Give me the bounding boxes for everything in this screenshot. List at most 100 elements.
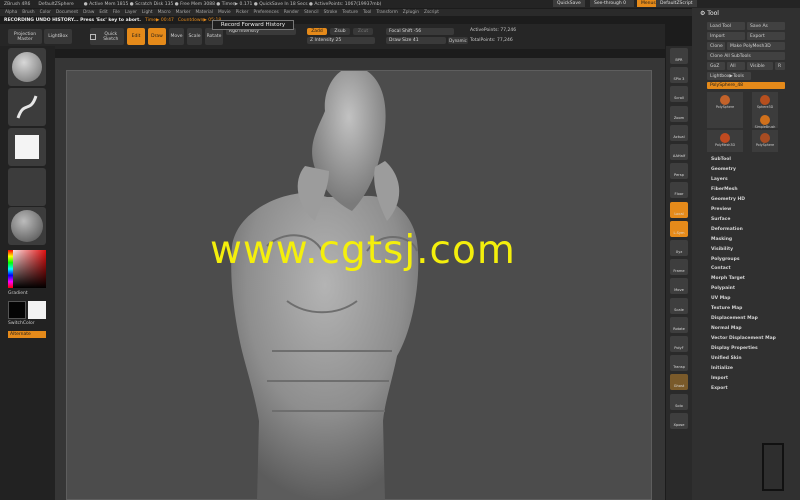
tool-section-polygroups[interactable]: Polygroups bbox=[711, 257, 740, 262]
tool-section-texture-map[interactable]: Texture Map bbox=[711, 306, 742, 311]
menu-brush[interactable]: Brush bbox=[22, 10, 34, 15]
color-picker[interactable] bbox=[8, 250, 46, 288]
edit-button[interactable]: Edit bbox=[127, 28, 145, 45]
shelf-ghost-button[interactable]: Ghost bbox=[670, 374, 688, 391]
menu-texture[interactable]: Texture bbox=[342, 10, 358, 15]
tool-section-initialize[interactable]: Initialize bbox=[711, 366, 733, 371]
move-button[interactable]: Move bbox=[169, 28, 184, 45]
zadd-button[interactable]: Zadd bbox=[307, 28, 327, 35]
tool-thumb[interactable]: PolySphere bbox=[752, 130, 778, 152]
menu-tool[interactable]: Tool bbox=[363, 10, 371, 15]
tool-section-masking[interactable]: Masking bbox=[711, 237, 732, 242]
main-color-swatch[interactable] bbox=[8, 301, 26, 319]
menu-alpha[interactable]: Alpha bbox=[5, 10, 17, 15]
tool-thumb[interactable]: SimpleBrush bbox=[752, 112, 778, 129]
draw-size-slider[interactable]: Draw Size 41 bbox=[386, 37, 446, 44]
shelf-local-button[interactable]: Local bbox=[670, 201, 688, 218]
menu-marker[interactable]: Marker bbox=[176, 10, 191, 15]
tool-section-export[interactable]: Export bbox=[711, 386, 728, 391]
menu-stencil[interactable]: Stencil bbox=[304, 10, 319, 15]
hue-strip[interactable] bbox=[8, 250, 13, 288]
menu-macro[interactable]: Macro bbox=[158, 10, 171, 15]
alpha-selector[interactable] bbox=[8, 128, 46, 166]
tool-thumb[interactable]: PolySphere bbox=[707, 92, 743, 128]
menu-layer[interactable]: Layer bbox=[125, 10, 137, 15]
tool-section-surface[interactable]: Surface bbox=[711, 217, 730, 222]
lightbox-button[interactable]: LightBox bbox=[44, 29, 72, 44]
menu-light[interactable]: Light bbox=[142, 10, 153, 15]
menu-document[interactable]: Document bbox=[56, 10, 78, 15]
menu-zplugin[interactable]: Zplugin bbox=[403, 10, 419, 15]
secondary-color-swatch[interactable] bbox=[28, 301, 46, 319]
tool-section-fibermesh[interactable]: FiberMesh bbox=[711, 187, 738, 192]
tool-section-deformation[interactable]: Deformation bbox=[711, 227, 743, 232]
tool-section-import[interactable]: Import bbox=[711, 376, 728, 381]
tool-section-polypaint[interactable]: Polypaint bbox=[711, 286, 735, 291]
scale-button[interactable]: Scale bbox=[187, 28, 202, 45]
save-as-button[interactable]: Save As bbox=[747, 22, 785, 30]
menu-stroke[interactable]: Stroke bbox=[324, 10, 338, 15]
tool-section-unified-skin[interactable]: Unified Skin bbox=[711, 356, 742, 361]
tool-section-uv-map[interactable]: UV Map bbox=[711, 296, 730, 301]
menu-movie[interactable]: Movie bbox=[218, 10, 231, 15]
tool-section-display-properties[interactable]: Display Properties bbox=[711, 346, 758, 351]
tool-thumb[interactable]: PolyMesh3D bbox=[707, 130, 743, 152]
shelf-zoom-button[interactable]: Zoom bbox=[670, 105, 688, 122]
visible-button[interactable]: Visible bbox=[747, 62, 773, 70]
tool-section-geometry[interactable]: Geometry bbox=[711, 167, 736, 172]
export-button[interactable]: Export bbox=[747, 32, 785, 40]
import-button[interactable]: Import bbox=[707, 32, 745, 40]
shelf-persp-button[interactable]: Persp bbox=[670, 163, 688, 180]
shelf-floor-button[interactable]: Floor bbox=[670, 182, 688, 199]
material-selector[interactable] bbox=[8, 207, 46, 245]
menu-color[interactable]: Color bbox=[40, 10, 51, 15]
menu-edit[interactable]: Edit bbox=[99, 10, 107, 15]
tool-section-normal-map[interactable]: Normal Map bbox=[711, 326, 742, 331]
all-button[interactable]: All bbox=[727, 62, 745, 70]
r-button[interactable]: R bbox=[775, 62, 785, 70]
shelf-transp-button[interactable]: Transp bbox=[670, 355, 688, 372]
dynamic-button[interactable]: Dynamic bbox=[448, 37, 468, 44]
tool-section-layers[interactable]: Layers bbox=[711, 177, 728, 182]
shelf-scroll-button[interactable]: Scroll bbox=[670, 86, 688, 103]
shelf-actual-button[interactable]: Actual bbox=[670, 124, 688, 141]
shelf-xyz-button[interactable]: Xyz bbox=[670, 240, 688, 256]
shelf-spix-3-button[interactable]: SPix 3 bbox=[670, 67, 688, 84]
stroke-selector[interactable] bbox=[8, 88, 46, 126]
load-tool-button[interactable]: Load Tool bbox=[707, 22, 745, 30]
shelf-bpr-button[interactable]: BPR bbox=[670, 48, 688, 64]
quick-sketch-button[interactable]: Quick Sketch bbox=[90, 28, 124, 45]
gradient-label[interactable]: Gradient bbox=[8, 291, 28, 296]
switch-color-label[interactable]: SwitchColor bbox=[8, 321, 35, 326]
menu-zscript[interactable]: Zscript bbox=[424, 10, 439, 15]
focal-shift-slider[interactable]: Focal Shift -56 bbox=[386, 28, 454, 35]
document-canvas[interactable] bbox=[66, 66, 652, 500]
tool-section-vector-displacement-map[interactable]: Vector Displacement Map bbox=[711, 336, 776, 341]
tool-section-subtool[interactable]: SubTool bbox=[711, 157, 731, 162]
current-tool-slider[interactable]: PolySphere_48 bbox=[707, 82, 785, 89]
draw-button[interactable]: Draw bbox=[148, 28, 166, 45]
shelf-solo-button[interactable]: Solo bbox=[670, 393, 688, 410]
tool-palette-header[interactable]: ⚙ Tool bbox=[700, 10, 719, 17]
tool-section-preview[interactable]: Preview bbox=[711, 207, 731, 212]
z-intensity-slider[interactable]: Z Intensity 25 bbox=[307, 37, 375, 44]
zcut-button[interactable]: Zcut bbox=[353, 28, 373, 35]
tool-section-morph-target[interactable]: Morph Target bbox=[711, 276, 745, 281]
tool-section-geometry-hd[interactable]: Geometry HD bbox=[711, 197, 745, 202]
goz-button[interactable]: GoZ bbox=[707, 62, 725, 70]
shelf-xpose-button[interactable]: Xpose bbox=[670, 412, 688, 429]
see-through-slider[interactable]: See-through 0 bbox=[590, 0, 634, 7]
menu-picker[interactable]: Picker bbox=[236, 10, 249, 15]
menu-render[interactable]: Render bbox=[284, 10, 299, 15]
tool-section-visibility[interactable]: Visibility bbox=[711, 247, 733, 252]
menu-transform[interactable]: Transform bbox=[376, 10, 397, 15]
clone-all-subtools-button[interactable]: Clone All SubTools bbox=[707, 52, 785, 60]
menu-preferences[interactable]: Preferences bbox=[253, 10, 278, 15]
projection-master-button[interactable]: Projection Master bbox=[8, 29, 42, 44]
default-script-button[interactable]: DefaultZScript bbox=[656, 0, 697, 7]
menu-file[interactable]: File bbox=[113, 10, 120, 15]
lightbox-tools-button[interactable]: Lightbox▶Tools bbox=[707, 72, 751, 80]
shelf-rotate-button[interactable]: Rotate bbox=[670, 316, 688, 333]
shelf-move-button[interactable]: Move bbox=[670, 278, 688, 295]
zsub-button[interactable]: Zsub bbox=[330, 28, 350, 35]
